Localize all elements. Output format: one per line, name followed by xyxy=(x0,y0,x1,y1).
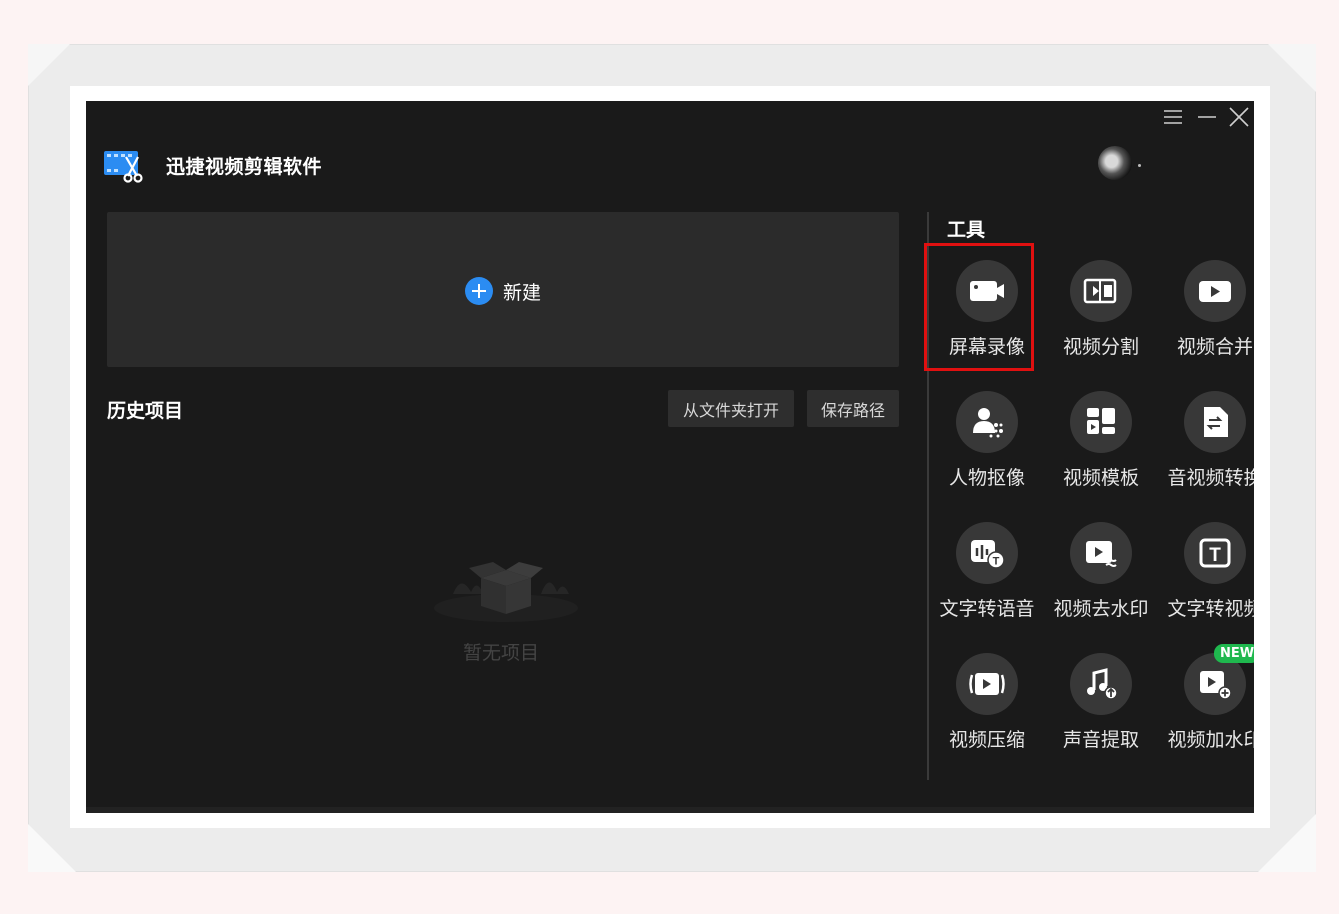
tool-label: 声音提取 xyxy=(1062,729,1139,751)
new-badge: NEW xyxy=(1214,644,1254,663)
window-bottom-edge xyxy=(86,807,1254,813)
tool-video-merge[interactable]: 视频合并 xyxy=(1157,260,1254,370)
app-window: 迅捷视频剪辑软件 新建 历史项目 从文件夹打开 保存路径 暂无项目 工具 屏幕录… xyxy=(86,101,1254,813)
remove-watermark-icon xyxy=(1070,522,1132,584)
tool-label: 视频分割 xyxy=(1062,336,1139,358)
avatar-status-dot xyxy=(1138,164,1141,167)
audio-extract-icon xyxy=(1070,653,1132,715)
tool-label: 视频压缩 xyxy=(948,729,1025,751)
tool-video-split[interactable]: 视频分割 xyxy=(1043,260,1159,370)
save-path-button[interactable]: 保存路径 xyxy=(807,390,899,427)
tool-person-cutout[interactable]: 人物抠像 xyxy=(929,391,1045,501)
open-folder-button[interactable]: 从文件夹打开 xyxy=(668,390,794,427)
tool-label: 人物抠像 xyxy=(948,467,1025,489)
close-icon[interactable] xyxy=(1226,104,1252,130)
video-split-icon xyxy=(1070,260,1132,322)
highlight-box xyxy=(924,243,1034,371)
tool-text-to-speech[interactable]: T 文字转语音 xyxy=(929,522,1045,632)
frame-bevel xyxy=(28,44,70,86)
person-cutout-icon xyxy=(956,391,1018,453)
tool-video-compress[interactable]: 视频压缩 xyxy=(929,653,1045,763)
video-template-icon xyxy=(1070,391,1132,453)
svg-text:T: T xyxy=(1209,545,1221,566)
tool-add-watermark[interactable]: 视频加水印 xyxy=(1157,653,1254,763)
video-merge-icon xyxy=(1184,260,1246,322)
avatar[interactable] xyxy=(1098,146,1132,180)
tool-av-convert[interactable]: 音视频转换 xyxy=(1157,391,1254,501)
window-controls xyxy=(1154,101,1254,133)
new-project-button[interactable]: 新建 xyxy=(465,277,541,305)
tool-audio-extract[interactable]: 声音提取 xyxy=(1043,653,1159,763)
text-to-speech-icon: T xyxy=(956,522,1018,584)
av-convert-icon xyxy=(1184,391,1246,453)
tool-remove-watermark[interactable]: 视频去水印 xyxy=(1043,522,1159,632)
app-title: 迅捷视频剪辑软件 xyxy=(166,156,323,178)
frame-bevel xyxy=(1268,44,1316,92)
history-title: 历史项目 xyxy=(107,400,184,422)
empty-state-text: 暂无项目 xyxy=(463,642,540,664)
empty-box-icon xyxy=(431,556,581,626)
tool-text-to-video[interactable]: T 文字转视频 xyxy=(1157,522,1254,632)
tool-label: 视频模板 xyxy=(1062,467,1139,489)
video-compress-icon xyxy=(956,653,1018,715)
tools-title: 工具 xyxy=(947,219,986,241)
minimize-icon[interactable] xyxy=(1194,104,1220,130)
tool-label: 视频合并 xyxy=(1176,336,1253,358)
menu-icon[interactable] xyxy=(1160,104,1186,130)
tool-label: 文字转语音 xyxy=(939,598,1035,620)
tool-label: 视频加水印 xyxy=(1167,729,1254,751)
frame-bevel xyxy=(28,824,76,872)
new-project-label: 新建 xyxy=(503,281,542,304)
app-logo-icon xyxy=(104,147,144,183)
new-project-panel[interactable]: 新建 xyxy=(107,212,899,367)
text-to-video-icon: T xyxy=(1184,522,1246,584)
plus-icon xyxy=(465,277,493,305)
tool-video-template[interactable]: 视频模板 xyxy=(1043,391,1159,501)
tool-label: 文字转视频 xyxy=(1167,598,1254,620)
tool-label: 音视频转换 xyxy=(1167,467,1254,489)
svg-text:T: T xyxy=(993,556,1000,568)
tool-label: 视频去水印 xyxy=(1053,598,1149,620)
